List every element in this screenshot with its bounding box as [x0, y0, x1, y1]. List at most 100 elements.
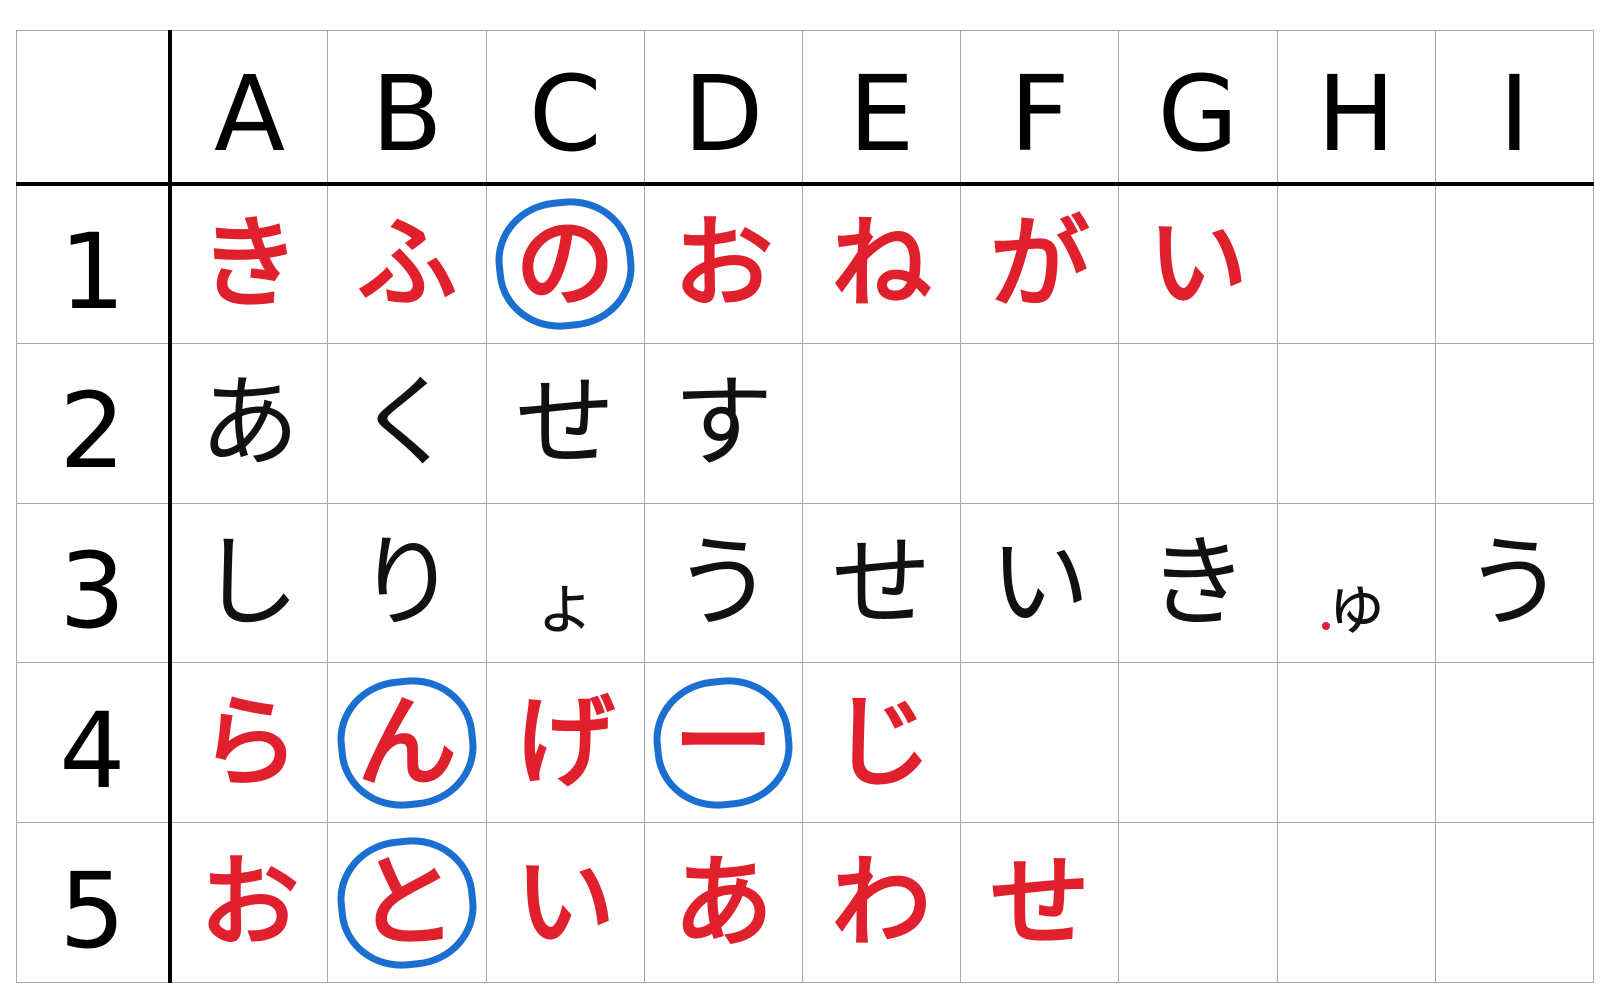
grid-cell-d5: あ	[643, 822, 803, 983]
row-number-cell: 2	[15, 342, 172, 504]
grid-cell-a1: き	[169, 183, 329, 344]
kana-character: あ	[199, 364, 300, 482]
kana-character: く	[356, 364, 457, 482]
kana-character: き	[1147, 523, 1248, 641]
corner-cell	[15, 30, 172, 186]
grid-cell-e2	[801, 342, 962, 504]
kana-character: い	[989, 523, 1090, 641]
grid-cell-f1: が	[960, 183, 1120, 344]
grid-cell-h3: ゅ	[1276, 502, 1436, 664]
kana-grid-container: A B C D E F G H I 1きふのおねがい2あくせす3しりょうせいきゅ…	[15, 30, 1595, 983]
kana-character: と	[356, 843, 457, 961]
grid-cell-g4	[1118, 662, 1278, 824]
grid-cell-c5: い	[485, 822, 645, 983]
kana-character: せ	[515, 364, 616, 482]
grid-cell-e1: ね	[801, 183, 962, 344]
kana-character: う	[673, 523, 774, 641]
kana-character: ふ	[356, 205, 457, 323]
column-header-g: G	[1118, 30, 1278, 186]
grid-cell-f4	[960, 662, 1120, 824]
grid-cell-i4	[1434, 662, 1595, 824]
grid-cell-f2	[960, 342, 1120, 504]
kana-character: い	[515, 843, 616, 961]
kana-character: じ	[831, 683, 932, 801]
grid-cell-b3: り	[327, 502, 487, 664]
column-header-row: A B C D E F G H I	[15, 30, 1595, 186]
grid-cell-c4: げ	[485, 662, 645, 824]
grid-cell-h2	[1276, 342, 1436, 504]
grid-cell-f5: せ	[960, 822, 1120, 983]
grid-cell-b4: ん	[327, 662, 487, 824]
small-kana-character: ょ	[532, 565, 599, 643]
column-header-d: D	[643, 30, 803, 186]
grid-cell-h1	[1276, 183, 1436, 344]
column-letter: D	[683, 53, 764, 176]
grid-cell-h4	[1276, 662, 1436, 824]
row-number-cell: 5	[15, 822, 172, 983]
grid-cell-c2: せ	[485, 342, 645, 504]
grid-cell-d2: す	[643, 342, 803, 504]
grid-cell-b1: ふ	[327, 183, 487, 344]
row-number: 4	[59, 689, 126, 812]
kana-character: ー	[673, 683, 774, 801]
column-header-c: C	[485, 30, 645, 186]
kana-grid: A B C D E F G H I 1きふのおねがい2あくせす3しりょうせいきゅ…	[15, 30, 1595, 983]
grid-row-1: 1きふのおねがい	[15, 183, 1595, 344]
kana-character: き	[199, 205, 300, 323]
grid-cell-d3: う	[643, 502, 803, 664]
grid-cell-g1: い	[1118, 183, 1278, 344]
kana-character: の	[515, 205, 616, 323]
kana-character: り	[356, 523, 457, 641]
column-letter: E	[848, 53, 915, 176]
row-number-cell: 4	[15, 662, 172, 824]
grid-row-4: 4らんげーじ	[15, 662, 1595, 824]
column-letter: C	[528, 53, 602, 176]
grid-row-5: 5おといあわせ	[15, 822, 1595, 983]
column-header-i: I	[1434, 30, 1595, 186]
column-header-f: F	[960, 30, 1120, 186]
grid-cell-i5	[1434, 822, 1595, 983]
grid-cell-i2	[1434, 342, 1595, 504]
kana-character: す	[673, 364, 774, 482]
grid-row-3: 3しりょうせいきゅう	[15, 502, 1595, 664]
grid-cell-d1: お	[643, 183, 803, 344]
grid-cell-g5	[1118, 822, 1278, 983]
grid-cell-c1: の	[485, 183, 645, 344]
kana-character: い	[1147, 205, 1248, 323]
kana-character: ら	[199, 683, 300, 801]
grid-body: 1きふのおねがい2あくせす3しりょうせいきゅう4らんげーじ5おといあわせ	[15, 183, 1595, 983]
row-number: 3	[59, 529, 126, 652]
column-letter: F	[1009, 53, 1070, 176]
grid-cell-b5: と	[327, 822, 487, 983]
row-number-cell: 1	[15, 183, 172, 344]
column-header-b: B	[327, 30, 487, 186]
row-number: 5	[59, 849, 126, 972]
column-letter: I	[1499, 53, 1530, 176]
row-number: 1	[59, 211, 126, 334]
column-letter: H	[1316, 53, 1396, 176]
column-header-a: A	[169, 30, 329, 186]
grid-row-2: 2あくせす	[15, 342, 1595, 504]
grid-cell-d4: ー	[643, 662, 803, 824]
grid-cell-e4: じ	[801, 662, 962, 824]
grid-cell-b2: く	[327, 342, 487, 504]
grid-cell-e5: わ	[801, 822, 962, 983]
kana-character: ん	[356, 683, 457, 801]
row-number-cell: 3	[15, 502, 172, 664]
kana-character: ね	[831, 205, 932, 323]
column-header-h: H	[1276, 30, 1436, 186]
grid-cell-a2: あ	[169, 342, 329, 504]
kana-character: わ	[831, 843, 932, 961]
grid-cell-c3: ょ	[485, 502, 645, 664]
kana-character: し	[199, 523, 300, 641]
grid-cell-i1	[1434, 183, 1595, 344]
grid-cell-h5	[1276, 822, 1436, 983]
grid-cell-g2	[1118, 342, 1278, 504]
kana-character: う	[1464, 523, 1565, 641]
red-dot-mark	[1321, 621, 1330, 630]
grid-cell-a3: し	[169, 502, 329, 664]
kana-character: げ	[515, 683, 616, 801]
grid-cell-e3: せ	[801, 502, 962, 664]
kana-character: お	[673, 205, 774, 323]
row-number: 2	[59, 370, 126, 493]
